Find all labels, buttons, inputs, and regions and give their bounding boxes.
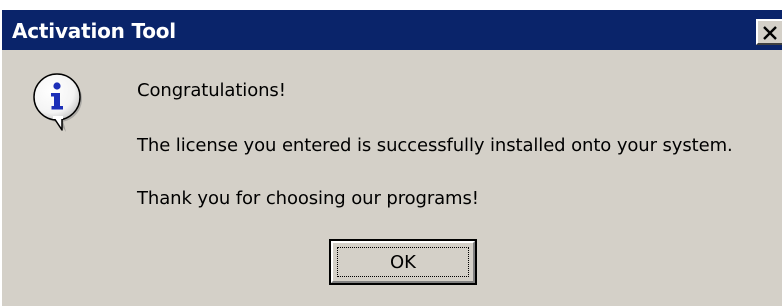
window-title: Activation Tool (12, 19, 176, 43)
title-bar[interactable]: Activation Tool (2, 10, 782, 50)
ok-button-label: OK (337, 247, 469, 277)
close-icon (763, 26, 777, 40)
close-button[interactable] (756, 19, 782, 45)
info-icon (33, 73, 82, 132)
message-thanks: Thank you for choosing our programs! (137, 188, 479, 209)
activation-dialog: Activation Tool Congratulations! The lic… (0, 8, 782, 306)
ok-button[interactable]: OK (329, 239, 477, 285)
message-heading: Congratulations! (137, 80, 286, 101)
message-body: The license you entered is successfully … (137, 135, 733, 156)
